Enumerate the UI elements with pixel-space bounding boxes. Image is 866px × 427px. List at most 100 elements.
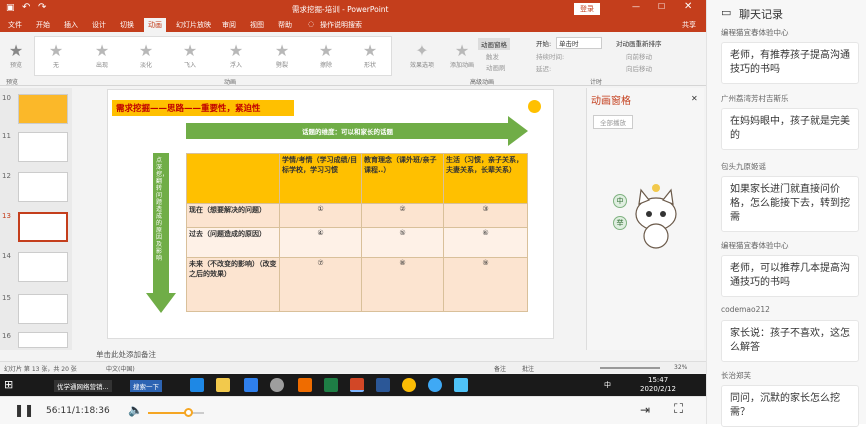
save-icon[interactable]: ▣ — [6, 3, 15, 13]
title-bar: ▣ ↶ ↷ 需求挖掘-培训 - PowerPoint 登录 — ☐ ✕ — [0, 0, 706, 18]
slide-thumb-12[interactable] — [18, 172, 68, 202]
word-icon[interactable] — [376, 378, 390, 392]
chat-sender: 长治郑芙 — [721, 371, 751, 380]
tab-review[interactable]: 审阅 — [222, 20, 236, 30]
chat-sender: 包头九原姬谣 — [721, 162, 766, 171]
login-button[interactable]: 登录 — [574, 3, 600, 15]
volume-knob[interactable] — [184, 408, 194, 417]
star-icon: ★ — [318, 41, 334, 60]
folder-icon[interactable] — [216, 378, 230, 392]
maximize-icon[interactable]: ☐ — [658, 2, 665, 11]
slide-thumb-16[interactable] — [18, 332, 68, 348]
cat-mascot-icon — [635, 184, 677, 249]
pane-close-icon[interactable]: ✕ — [691, 94, 698, 103]
volume-fill — [148, 412, 189, 414]
tab-slideshow[interactable]: 幻灯片放映 — [176, 20, 211, 30]
tab-design[interactable]: 设计 — [92, 20, 106, 30]
effect-split[interactable]: ★ 劈裂 — [266, 42, 298, 78]
app-icon-orange[interactable] — [298, 378, 312, 392]
effect-none[interactable]: ★ 无 — [40, 42, 72, 78]
slide-canvas[interactable]: 需求挖掘——思路——重要性，紧迫性 话题的维度：可以和家长的话题 点深挖，翻转问… — [107, 89, 554, 339]
group-advanced-label: 高级动画 — [470, 79, 495, 86]
exit-icon[interactable]: ⇥ — [640, 403, 650, 417]
animation-painter-button[interactable]: 动画刷 — [486, 62, 506, 72]
taskbar-app-browser[interactable]: 优学通网络营销... — [54, 380, 112, 392]
close-icon[interactable]: ✕ — [684, 1, 692, 12]
move-later-button[interactable]: 向后移动 — [626, 63, 652, 73]
star-icon: ★ — [362, 41, 378, 60]
app-icon-blue[interactable] — [454, 378, 468, 392]
slide-thumb-13[interactable] — [18, 212, 68, 242]
chat-sender: codemao212 — [721, 305, 770, 314]
tab-animations[interactable]: 动画 — [144, 18, 166, 32]
fullscreen-icon[interactable]: ⛶ — [674, 402, 683, 417]
move-earlier-button[interactable]: 向前移动 — [626, 51, 652, 61]
notes-button[interactable]: 备注 — [494, 364, 506, 373]
chat-sender: 广州荔湾芳村吉斯乐 — [721, 94, 789, 103]
undo-icon[interactable]: ↶ — [22, 2, 30, 13]
tab-home[interactable]: 开始 — [36, 20, 50, 30]
slide-thumbnails: 10 11 12 13 14 15 16 — [0, 88, 72, 350]
star-icon: ★ — [138, 41, 154, 60]
start-select[interactable]: 单击时 — [556, 37, 602, 49]
ime-indicator[interactable]: 中 — [604, 380, 611, 390]
group-preview-label: 预览 — [6, 79, 19, 86]
share-button[interactable]: 共享 — [682, 20, 696, 30]
slide-thumb-15[interactable] — [18, 294, 68, 324]
powerpoint-window: ▣ ↶ ↷ 需求挖掘-培训 - PowerPoint 登录 — ☐ ✕ 文件 开… — [0, 0, 706, 396]
chrome-icon[interactable] — [402, 378, 416, 392]
tab-file[interactable]: 文件 — [8, 20, 22, 30]
effect-float-in[interactable]: ★ 浮入 — [220, 42, 252, 78]
effect-fly-in[interactable]: ★ 飞入 — [174, 42, 206, 78]
chat-message: 在妈妈眼中，孩子就是完美的 — [721, 108, 859, 150]
group-animation-label: 动画 — [224, 79, 237, 86]
lightbulb-icon: ◌ — [308, 20, 315, 28]
row-label: 未来（不改变的影响）（改变之后的效果） — [186, 257, 280, 312]
effect-wipe[interactable]: ★ 擦除 — [310, 42, 342, 78]
add-animation-button[interactable]: ★ 添加动画 — [446, 42, 478, 78]
notes-placeholder[interactable]: 单击此处添加备注 — [96, 349, 156, 360]
tag-ju[interactable]: 举 — [613, 216, 627, 230]
trigger-button[interactable]: 触发 — [486, 51, 499, 61]
tell-me-search[interactable]: 操作说明搜索 — [320, 20, 362, 30]
star-icon: ★ — [94, 41, 110, 60]
taskbar-app-search[interactable]: 搜索一下 — [130, 380, 162, 392]
slide-thumb-14[interactable] — [18, 252, 68, 282]
effect-shape[interactable]: ★ 形状 — [354, 42, 386, 78]
delay-label: 延迟: — [536, 65, 552, 73]
tab-transitions[interactable]: 切换 — [120, 20, 134, 30]
redo-icon[interactable]: ↷ — [38, 2, 46, 13]
powerpoint-icon[interactable] — [350, 378, 364, 392]
effect-options-button[interactable]: ✦ 效果选项 — [406, 42, 438, 78]
slide-thumb-11[interactable] — [18, 132, 68, 162]
chat-message: 老师，可以推荐几本提高沟通技巧的书吗 — [721, 255, 859, 297]
thumb-number: 12 — [2, 172, 11, 180]
row-label: 现在（想要解决的问题） — [186, 203, 280, 228]
windows-start-icon[interactable]: ⊞ — [4, 378, 13, 391]
tab-help[interactable]: 帮助 — [278, 20, 292, 30]
edge-icon[interactable] — [190, 378, 204, 392]
effect-appear[interactable]: ★ 出现 — [86, 42, 118, 78]
tab-insert[interactable]: 插入 — [64, 20, 78, 30]
table-cell: ② — [361, 203, 444, 228]
table-cell: ⑨ — [443, 257, 528, 312]
store-icon[interactable] — [244, 378, 258, 392]
excel-icon[interactable] — [324, 378, 338, 392]
tag-zhong[interactable]: 中 — [613, 194, 627, 208]
pause-icon[interactable]: ❚❚ — [14, 403, 34, 417]
zoom-slider[interactable] — [600, 367, 660, 369]
effect-fade[interactable]: ★ 淡化 — [130, 42, 162, 78]
tab-view[interactable]: 视图 — [250, 20, 264, 30]
browser-icon[interactable] — [428, 378, 442, 392]
windows-taskbar: ⊞ 优学通网络营销... 搜索一下 中 15:47 2020/2/12 — [0, 374, 706, 396]
preview-button[interactable]: ★ 预览 — [0, 42, 32, 78]
col-header: 生活（习惯，亲子关系，夫妻关系，长辈关系） — [443, 153, 528, 204]
settings-icon[interactable] — [270, 378, 284, 392]
animation-pane-button[interactable]: 动画窗格 — [478, 38, 510, 50]
volume-icon[interactable]: 🔈 — [128, 403, 143, 417]
analysis-table: 学情/考情（学习成绩/目标学校，学习习惯 教育理念（课外班/亲子课程..） 生活… — [186, 153, 528, 312]
play-all-button[interactable]: 全部播放 — [593, 115, 633, 129]
comments-button[interactable]: 批注 — [522, 364, 534, 373]
minimize-icon[interactable]: — — [632, 2, 640, 11]
slide-thumb-10[interactable] — [18, 94, 68, 124]
